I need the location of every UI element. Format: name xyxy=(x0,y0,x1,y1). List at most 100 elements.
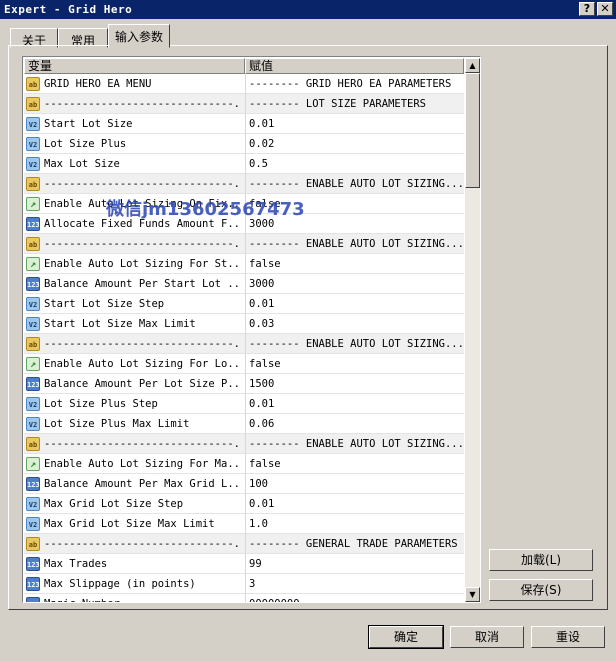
parameter-row[interactable]: V2 Lot Size Plus Max Limit 0.06 xyxy=(24,414,464,434)
parameter-value[interactable]: 0.5 xyxy=(245,154,463,174)
integer-type-icon: 123 xyxy=(26,217,40,231)
parameter-value[interactable]: false xyxy=(245,254,463,274)
parameter-row[interactable]: 123 Allocate Fixed Funds Amount F... 3000 xyxy=(24,214,464,234)
parameter-value[interactable]: 0.01 xyxy=(245,114,463,134)
string-type-icon: ab xyxy=(26,77,40,91)
parameter-name: ------------------------------... xyxy=(44,98,242,110)
parameter-value[interactable]: 3 xyxy=(245,574,463,594)
parameter-name: Magic Number xyxy=(44,594,242,602)
parameter-value[interactable]: 0.01 xyxy=(245,494,463,514)
parameter-row[interactable]: 123 Max Trades 99 xyxy=(24,554,464,574)
parameter-value[interactable]: 00000000 xyxy=(245,594,463,602)
parameter-row[interactable]: ab ------------------------------... -----… xyxy=(24,174,464,194)
parameter-value[interactable]: 3000 xyxy=(245,274,463,294)
parameter-value[interactable]: -------- ENABLE AUTO LOT SIZING... xyxy=(245,434,463,454)
parameter-name: GRID HERO EA MENU xyxy=(44,78,152,90)
parameter-row[interactable]: V2 Lot Size Plus Step 0.01 xyxy=(24,394,464,414)
parameter-value[interactable]: 0.01 xyxy=(245,394,463,414)
parameter-row[interactable]: V2 Lot Size Plus 0.02 xyxy=(24,134,464,154)
parameter-value[interactable]: -------- GENERAL TRADE PARAMETERS xyxy=(245,534,463,554)
column-header-value[interactable]: 赋值 xyxy=(245,58,464,74)
parameter-name: Max Lot Size xyxy=(44,158,120,170)
integer-type-icon: 123 xyxy=(26,377,40,391)
parameter-row[interactable]: ↗ Enable Auto Lot Sizing On Fix... false xyxy=(24,194,464,214)
parameter-row[interactable]: V2 Start Lot Size Max Limit 0.03 xyxy=(24,314,464,334)
parameter-name: Enable Auto Lot Sizing For St... xyxy=(44,258,242,270)
parameter-name: Lot Size Plus Max Limit xyxy=(44,418,190,430)
column-header-variable[interactable]: 变量 xyxy=(24,58,245,74)
parameter-row[interactable]: ab ------------------------------... -----… xyxy=(24,434,464,454)
parameter-name: ------------------------------... xyxy=(44,338,242,350)
parameter-row[interactable]: 123 Balance Amount Per Start Lot ... 3000 xyxy=(24,274,464,294)
parameter-row[interactable]: ↗ Enable Auto Lot Sizing For Lo... false xyxy=(24,354,464,374)
parameter-value[interactable]: 1500 xyxy=(245,374,463,394)
parameter-value[interactable]: -------- ENABLE AUTO LOT SIZING... xyxy=(245,234,463,254)
cancel-button[interactable]: 取消 xyxy=(450,626,524,648)
parameter-value[interactable]: -------- ENABLE AUTO LOT SIZING... xyxy=(245,174,463,194)
parameter-name: ------------------------------... xyxy=(44,238,242,250)
save-button[interactable]: 保存(S) xyxy=(489,579,593,601)
reset-button[interactable]: 重设 xyxy=(531,626,605,648)
parameter-name: Enable Auto Lot Sizing For Lo... xyxy=(44,358,242,370)
parameter-row[interactable]: V2 Max Lot Size 0.5 xyxy=(24,154,464,174)
parameter-row[interactable]: ab ------------------------------... -----… xyxy=(24,334,464,354)
double-type-icon: V2 xyxy=(26,417,40,431)
close-button[interactable]: ✕ xyxy=(597,2,613,16)
parameter-row[interactable]: V2 Max Grid Lot Size Max Limit 1.0 xyxy=(24,514,464,534)
vertical-scrollbar[interactable]: ▲ ▼ xyxy=(465,58,480,602)
ok-button[interactable]: 确定 xyxy=(368,625,444,649)
parameter-value[interactable]: 0.01 xyxy=(245,294,463,314)
boolean-type-icon: ↗ xyxy=(26,357,40,371)
parameter-value[interactable]: 3000 xyxy=(245,214,463,234)
parameter-row[interactable]: 123 Magic Number00000000 xyxy=(24,594,464,602)
parameter-value[interactable]: 0.06 xyxy=(245,414,463,434)
parameter-value[interactable]: 1.0 xyxy=(245,514,463,534)
load-button[interactable]: 加载(L) xyxy=(489,549,593,571)
parameter-name: Enable Auto Lot Sizing For Ma... xyxy=(44,458,242,470)
parameter-value[interactable]: false xyxy=(245,194,463,214)
scroll-thumb[interactable] xyxy=(465,73,480,188)
help-button[interactable]: ? xyxy=(579,2,595,16)
parameter-row[interactable]: 123 Balance Amount Per Max Grid L... 100 xyxy=(24,474,464,494)
parameter-name: Enable Auto Lot Sizing On Fix... xyxy=(44,198,242,210)
parameter-name: Start Lot Size Step xyxy=(44,298,165,310)
parameter-name: Max Slippage (in points) xyxy=(44,578,196,590)
boolean-type-icon: ↗ xyxy=(26,197,40,211)
string-type-icon: ab xyxy=(26,537,40,551)
integer-type-icon: 123 xyxy=(26,557,40,571)
parameter-row[interactable]: ↗ Enable Auto Lot Sizing For St... false xyxy=(24,254,464,274)
parameter-name: Lot Size Plus xyxy=(44,138,127,150)
parameter-row[interactable]: V2 Start Lot Size Step 0.01 xyxy=(24,294,464,314)
parameter-row[interactable]: ab ------------------------------... -----… xyxy=(24,94,464,114)
scroll-down-icon[interactable]: ▼ xyxy=(465,587,480,602)
parameter-name: Max Grid Lot Size Step xyxy=(44,498,184,510)
parameter-value[interactable]: 0.02 xyxy=(245,134,463,154)
string-type-icon: ab xyxy=(26,97,40,111)
parameter-value[interactable]: -------- LOT SIZE PARAMETERS xyxy=(245,94,463,114)
parameter-value[interactable]: -------- GRID HERO EA PARAMETERS xyxy=(245,74,463,94)
parameter-name: ------------------------------... xyxy=(44,178,242,190)
scroll-up-icon[interactable]: ▲ xyxy=(465,58,480,73)
parameter-value[interactable]: false xyxy=(245,354,463,374)
parameter-row[interactable]: ab ------------------------------... -----… xyxy=(24,534,464,554)
parameter-value[interactable]: 99 xyxy=(245,554,463,574)
parameter-row[interactable]: ab ------------------------------... -----… xyxy=(24,234,464,254)
parameter-value[interactable]: 100 xyxy=(245,474,463,494)
parameter-row[interactable]: V2 Max Grid Lot Size Step 0.01 xyxy=(24,494,464,514)
parameter-row[interactable]: ↗ Enable Auto Lot Sizing For Ma... false xyxy=(24,454,464,474)
parameter-value[interactable]: 0.03 xyxy=(245,314,463,334)
integer-type-icon: 123 xyxy=(26,577,40,591)
title-bar: Expert - Grid Hero ? ✕ xyxy=(0,0,616,19)
parameter-value[interactable]: -------- ENABLE AUTO LOT SIZING... xyxy=(245,334,463,354)
parameter-row[interactable]: 123 Max Slippage (in points) 3 xyxy=(24,574,464,594)
double-type-icon: V2 xyxy=(26,297,40,311)
integer-type-icon: 123 xyxy=(26,477,40,491)
tab-inputs[interactable]: 输入参数 xyxy=(108,24,170,48)
parameter-name: Balance Amount Per Lot Size P... xyxy=(44,378,242,390)
double-type-icon: V2 xyxy=(26,137,40,151)
parameter-row[interactable]: V2 Start Lot Size 0.01 xyxy=(24,114,464,134)
parameter-value[interactable]: false xyxy=(245,454,463,474)
double-type-icon: V2 xyxy=(26,117,40,131)
parameter-row[interactable]: 123 Balance Amount Per Lot Size P... 1500 xyxy=(24,374,464,394)
parameter-row[interactable]: ab GRID HERO EA MENU -------- GRID HERO EA… xyxy=(24,74,464,94)
